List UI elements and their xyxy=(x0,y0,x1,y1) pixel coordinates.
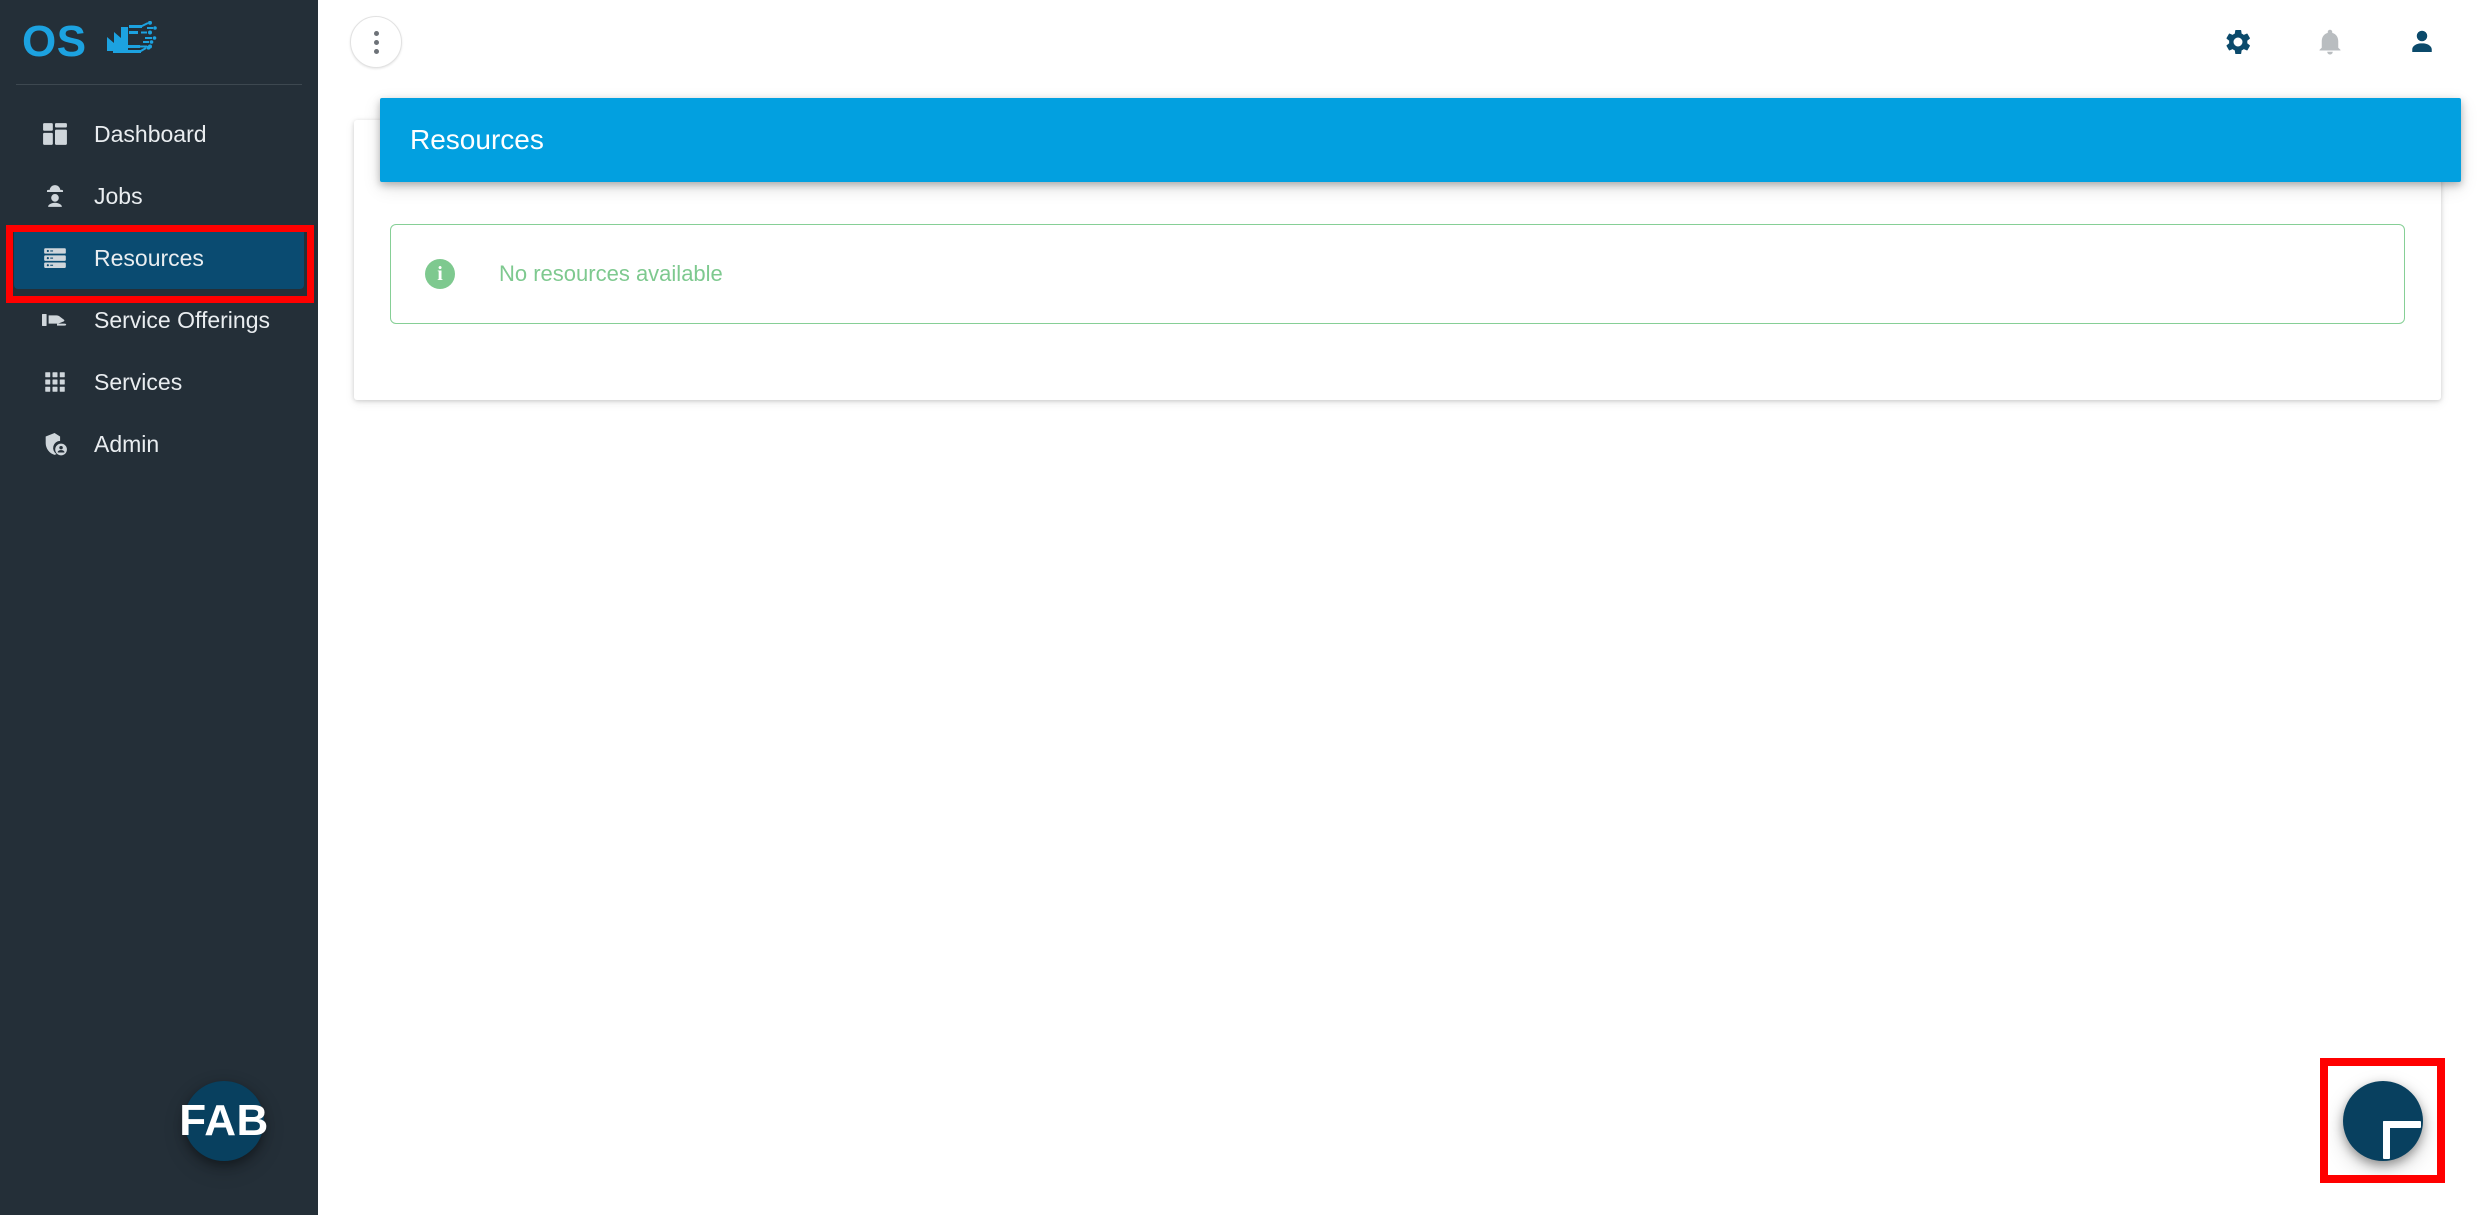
notifications-bell-button[interactable] xyxy=(2313,25,2347,59)
sidebar-item-admin[interactable]: Admin xyxy=(14,413,304,475)
page-title: Resources xyxy=(410,124,544,155)
sidebar-item-services[interactable]: Services xyxy=(14,351,304,413)
account-person-button[interactable] xyxy=(2405,25,2439,59)
sidebar: FAB OS Dashboard Jobs Resources Service … xyxy=(0,0,318,1215)
topbar xyxy=(318,0,2477,84)
settings-gear-button[interactable] xyxy=(2221,25,2255,59)
page-banner: Resources xyxy=(380,98,2461,182)
apps-dots-grid-icon xyxy=(40,367,70,397)
hand-offering-icon xyxy=(40,305,70,335)
shield-account-icon xyxy=(40,429,70,459)
topbar-actions xyxy=(2221,25,2439,59)
account-person-icon xyxy=(2407,27,2437,57)
sidebar-nav: Dashboard Jobs Resources Service Offerin… xyxy=(0,85,318,475)
add-resource-button[interactable] xyxy=(2343,1081,2423,1161)
factory-circuit-icon xyxy=(105,20,157,64)
sidebar-item-label: Resources xyxy=(94,244,204,271)
brand-wordmark: FAB OS xyxy=(22,17,268,1161)
brand-logo-area[interactable]: FAB OS xyxy=(0,0,318,1161)
content-area: Resources i No resources available xyxy=(318,98,2477,400)
server-stack-icon xyxy=(40,243,70,273)
sidebar-item-jobs[interactable]: Jobs xyxy=(14,165,304,227)
resources-card: Resources i No resources available xyxy=(354,98,2461,400)
more-vert-icon xyxy=(373,30,379,54)
main-area: Resources i No resources available xyxy=(318,0,2477,1215)
settings-gear-icon xyxy=(2223,27,2253,57)
sidebar-item-service-offerings[interactable]: Service Offerings xyxy=(14,289,304,351)
brand-wordmark-os: OS xyxy=(22,17,87,66)
sidebar-item-resources[interactable]: Resources xyxy=(14,227,304,289)
more-options-menu-button[interactable] xyxy=(350,16,402,68)
info-circle-icon: i xyxy=(425,259,455,289)
sidebar-item-label: Service Offerings xyxy=(94,306,270,333)
empty-state-message: No resources available xyxy=(499,261,723,286)
sidebar-item-label: Services xyxy=(94,368,183,395)
sidebar-item-dashboard[interactable]: Dashboard xyxy=(14,103,304,165)
app-root: FAB OS Dashboard Jobs Resources Service … xyxy=(0,0,2477,1215)
sidebar-item-label: Dashboard xyxy=(94,120,207,147)
sidebar-item-label: Admin xyxy=(94,430,160,457)
dashboard-grid-icon xyxy=(40,119,70,149)
brand-wordmark-fab: FAB xyxy=(179,1081,268,1161)
notifications-bell-icon xyxy=(2315,27,2345,57)
empty-state-alert: i No resources available xyxy=(390,224,2405,324)
worker-helmet-icon xyxy=(40,181,70,211)
sidebar-item-label: Jobs xyxy=(94,182,143,209)
